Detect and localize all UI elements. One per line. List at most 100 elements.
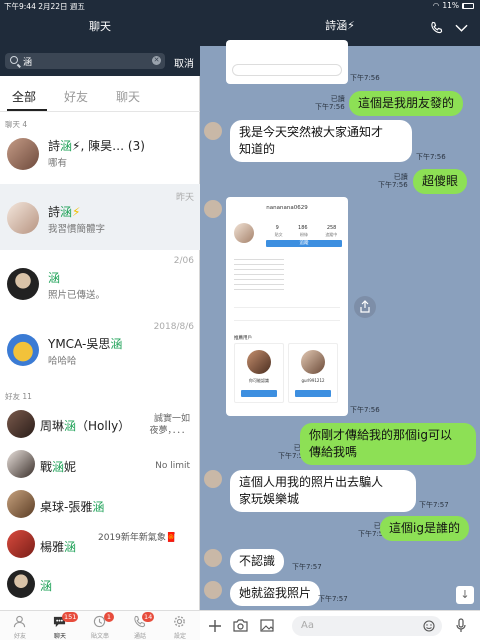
nav-friends[interactable]: 好友 (0, 611, 40, 640)
stat-posts: 9 (275, 225, 279, 231)
message-composer: Aa (200, 610, 480, 640)
profile-avatar (234, 223, 254, 243)
message-time: 下午7:56 (350, 74, 380, 82)
tab-friends[interactable]: 好友 (64, 88, 88, 105)
image-detail (232, 64, 342, 76)
share-icon (360, 300, 370, 313)
contact-avatar[interactable] (204, 470, 222, 488)
shared-image[interactable] (226, 40, 348, 84)
friend-status: No limit (155, 461, 190, 471)
chat-row[interactable]: 2018/8/6 YMCA-吳思涵 哈哈哈 (0, 316, 200, 382)
read-receipt: 已讀 下午7:56 (378, 173, 408, 189)
nav-label: 通話 (133, 633, 146, 640)
battery-percent: 11% (442, 1, 459, 10)
avatar (7, 334, 39, 366)
received-message[interactable]: 不認識 (230, 549, 285, 574)
chat-list-pane: 聊天 涵 ✕ 取消 全部 好友 聊天 聊天 4 詩涵⚡, 陳昊… (3) 哪有 … (0, 0, 200, 640)
image-icon[interactable] (260, 619, 274, 632)
chat-date: 2018/8/6 (153, 322, 194, 332)
nav-label: 好友 (13, 633, 26, 640)
nav-chats[interactable]: 151 聊天 (40, 611, 80, 640)
wifi-icon: ◠ (432, 1, 440, 10)
conversation-pane: 詩涵⚡ 下午7:56 已讀 下午7:56 這個是我朋友發的 我是今天突然被大家通… (200, 0, 480, 640)
friend-name: 戰涵妮 (40, 460, 77, 474)
chat-row[interactable]: 詩涵⚡, 陳昊… (3) 哪有 (0, 128, 200, 184)
phone-icon[interactable] (430, 21, 443, 34)
camera-icon[interactable] (233, 619, 248, 632)
filter-tabs: 全部 好友 聊天 (0, 76, 200, 112)
chat-preview: 哈哈哈 (48, 356, 77, 367)
bottom-navigation: 好友 151 聊天 1 貼文串 14 通話 設定 (0, 610, 200, 640)
friend-row[interactable]: 楊雅涵 2019新年新氣象🧧 (0, 526, 200, 564)
friend-name: 涵 (40, 579, 53, 593)
tab-chats[interactable]: 聊天 (116, 88, 140, 105)
sent-message[interactable]: 這個ig是誰的 (380, 516, 469, 541)
message-time: 下午7:57 (318, 595, 348, 603)
friend-row[interactable]: 涵 (0, 566, 200, 604)
friend-row[interactable]: 戰涵妮 No limit (0, 446, 200, 484)
friend-name: 周琳涵（Holly） (40, 419, 131, 433)
received-message[interactable]: 她就盜我照片 (230, 581, 321, 606)
search-bar: 涵 ✕ 取消 (0, 46, 200, 76)
message-input-placeholder: Aa (301, 620, 314, 631)
follow-button: 追蹤 (266, 240, 342, 247)
share-button[interactable] (354, 296, 376, 318)
microphone-icon[interactable] (456, 618, 466, 633)
search-input[interactable]: 涵 ✕ (5, 53, 165, 69)
friend-status: 2019新年新氣象🧧 (98, 533, 178, 543)
shared-image[interactable]: nananana0629 9 186 258 貼文 粉絲 追蹤中 追蹤 推薦用戶… (226, 197, 348, 416)
sent-message[interactable]: 這個是我朋友發的 (349, 91, 464, 116)
contact-avatar[interactable] (204, 549, 222, 567)
message-input[interactable]: Aa (292, 616, 442, 636)
friend-name: 楊雅涵 (40, 540, 77, 554)
tab-all[interactable]: 全部 (12, 88, 36, 105)
chat-row[interactable]: 昨天 詩涵⚡ 我習慣簡體字 (0, 184, 200, 250)
chat-date: 2/06 (173, 256, 194, 266)
message-time: 下午7:57 (419, 501, 449, 509)
friend-row[interactable]: 周琳涵（Holly） 誠實一如 夜夢，．．． (0, 406, 200, 444)
chat-row[interactable]: 2/06 涵 照片已傳送。 (0, 250, 200, 316)
contact-avatar[interactable] (204, 581, 222, 599)
emoji-icon[interactable] (423, 620, 435, 632)
avatar (7, 570, 35, 598)
chat-preview: 照片已傳送。 (48, 290, 106, 301)
nav-timeline[interactable]: 1 貼文串 (80, 611, 120, 640)
friend-row[interactable]: 桌球-張雅涵 (0, 486, 200, 524)
clear-search-icon[interactable]: ✕ (152, 56, 161, 65)
contact-avatar[interactable] (204, 200, 222, 218)
status-bar: 下午9:44 2月22日 週五 ◠ 11% (0, 0, 480, 12)
active-tab-indicator (7, 109, 47, 111)
stat-following: 258 (326, 225, 337, 231)
unread-badge: 14 (142, 612, 155, 622)
avatar (7, 530, 35, 558)
profile-bio (234, 255, 284, 293)
received-message[interactable]: 我是今天突然被大家通知才 知道的 (230, 120, 412, 162)
contact-avatar[interactable] (204, 122, 222, 140)
nav-label: 設定 (173, 633, 186, 640)
unread-badge: 1 (104, 612, 114, 622)
sent-message[interactable]: 你剛才傳給我的那個ig可以 傳給我嗎 (300, 423, 476, 465)
avatar (7, 410, 35, 438)
message-time: 下午7:56 (350, 406, 380, 414)
received-message[interactable]: 這個人用我的照片出去騙人 家玩娛樂城 (230, 470, 416, 512)
nav-settings[interactable]: 設定 (160, 611, 200, 640)
battery-icon (462, 2, 474, 9)
suggested-card: gurl991212 (288, 343, 338, 403)
unread-badge: 151 (62, 612, 79, 622)
avatar (7, 268, 39, 300)
avatar (7, 202, 39, 234)
message-time: 下午7:57 (292, 563, 322, 571)
chevron-down-icon[interactable] (455, 24, 468, 32)
nav-calls[interactable]: 14 通話 (120, 611, 160, 640)
plus-icon[interactable] (208, 619, 222, 633)
chat-preview: 哪有 (48, 158, 68, 169)
read-receipt: 已讀 下午7:56 (315, 95, 345, 111)
avatar (7, 450, 35, 478)
sent-message[interactable]: 超傻眼 (413, 169, 468, 194)
chat-preview: 我習慣簡體字 (48, 224, 106, 235)
gear-icon (174, 616, 185, 627)
cancel-button[interactable]: 取消 (174, 55, 194, 70)
chat-name: 涵 (48, 271, 61, 285)
profile-stat-labels: 貼文 粉絲 追蹤中 (274, 232, 338, 237)
scroll-down-button[interactable]: ↓ (456, 586, 474, 604)
